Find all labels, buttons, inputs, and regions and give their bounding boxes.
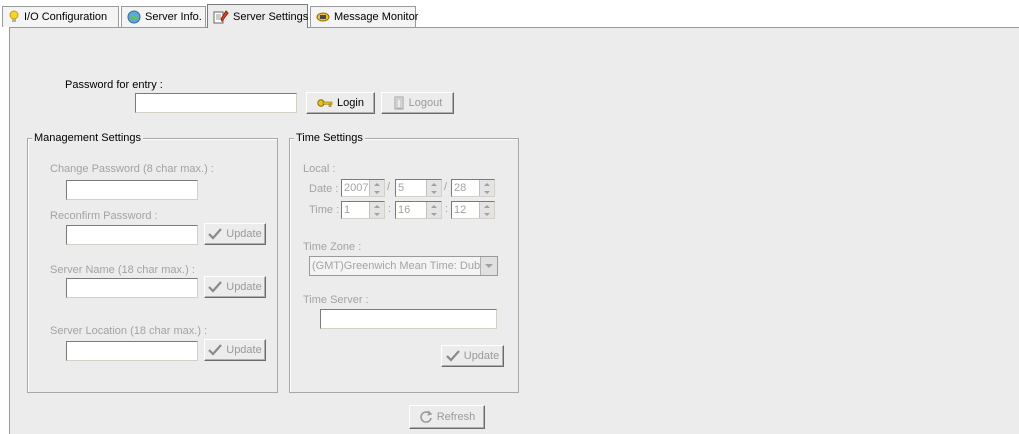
checkmark-icon xyxy=(445,350,460,362)
date-separator: / xyxy=(387,181,391,193)
time-separator: : xyxy=(445,203,449,215)
reconfirm-password-input[interactable] xyxy=(66,225,198,245)
update-password-button[interactable]: Update xyxy=(204,223,266,245)
management-settings-title: Management Settings xyxy=(32,132,144,144)
update-button-label: Update xyxy=(226,228,262,240)
spinner-arrows-icon[interactable] xyxy=(426,180,441,196)
server-info-icon xyxy=(127,10,141,24)
key-icon xyxy=(317,97,333,109)
tab-strip: I/O Configuration Server Info. Server Se… xyxy=(0,0,1019,28)
lightbulb-icon xyxy=(8,10,20,24)
time-server-label: Time Server : xyxy=(303,294,369,306)
update-button-label: Update xyxy=(463,350,500,362)
tab-label: Message Monitor xyxy=(334,11,419,23)
timezone-label: Time Zone : xyxy=(303,241,362,253)
refresh-button[interactable]: Refresh xyxy=(409,405,485,429)
update-time-button[interactable]: Update xyxy=(441,345,504,367)
password-entry-input[interactable] xyxy=(135,93,297,113)
reconfirm-password-label: Reconfirm Password : xyxy=(50,210,158,222)
minute-value: 16 xyxy=(398,204,411,216)
second-value: 12 xyxy=(454,204,467,216)
hour-spinner[interactable]: 1 xyxy=(341,201,385,219)
update-button-label: Update xyxy=(226,344,262,356)
update-server-location-button[interactable]: Update xyxy=(204,339,266,361)
tab-server-info[interactable]: Server Info. xyxy=(121,6,206,27)
message-monitor-icon xyxy=(316,11,330,23)
time-settings-group: Time Settings Local : Date : 2007 / 5 / … xyxy=(289,132,519,393)
month-value: 5 xyxy=(398,182,405,194)
refresh-button-label: Refresh xyxy=(436,411,476,423)
date-separator: / xyxy=(444,181,448,193)
server-location-label: Server Location (18 char max.) : xyxy=(50,325,208,337)
timezone-value: (GMT)Greenwich Mean Time: Dub xyxy=(312,260,481,272)
time-label: Time : xyxy=(309,204,340,216)
tab-label: Server Settings xyxy=(233,10,309,23)
spinner-arrows-icon[interactable] xyxy=(479,180,494,196)
tab-server-settings[interactable]: Server Settings xyxy=(207,4,308,28)
day-value: 28 xyxy=(454,182,467,194)
day-spinner[interactable]: 28 xyxy=(451,179,495,197)
change-password-input[interactable] xyxy=(66,180,198,200)
timezone-select[interactable]: (GMT)Greenwich Mean Time: Dub xyxy=(309,256,498,276)
password-entry-label: Password for entry : xyxy=(65,79,163,91)
second-spinner[interactable]: 12 xyxy=(451,201,495,219)
refresh-icon xyxy=(419,410,433,424)
spinner-arrows-icon[interactable] xyxy=(369,180,384,196)
spinner-arrows-icon[interactable] xyxy=(479,202,494,218)
checkmark-icon xyxy=(208,281,223,293)
login-button-label: Login xyxy=(337,97,364,109)
spinner-arrows-icon[interactable] xyxy=(369,202,384,218)
server-name-input[interactable] xyxy=(66,278,198,298)
spinner-arrows-icon[interactable] xyxy=(426,202,441,218)
door-icon xyxy=(393,96,405,110)
tab-io-configuration[interactable]: I/O Configuration xyxy=(2,6,119,27)
change-password-label: Change Password (8 char max.) : xyxy=(50,163,214,175)
logout-button-label: Logout xyxy=(408,97,443,109)
year-value: 2007 xyxy=(344,182,369,194)
chevron-down-icon[interactable] xyxy=(480,257,497,275)
update-button-label: Update xyxy=(226,281,262,293)
management-settings-group: Management Settings Change Password (8 c… xyxy=(27,132,278,393)
checkmark-icon xyxy=(208,344,223,356)
update-server-name-button[interactable]: Update xyxy=(204,276,266,298)
tab-label: Server Info. xyxy=(145,11,202,23)
server-location-input[interactable] xyxy=(66,341,198,361)
tab-label: I/O Configuration xyxy=(24,11,108,23)
server-name-label: Server Name (18 char max.) : xyxy=(50,264,195,276)
time-separator: : xyxy=(388,203,392,215)
tab-message-monitor[interactable]: Message Monitor xyxy=(310,6,419,27)
edit-settings-icon xyxy=(213,9,229,25)
minute-spinner[interactable]: 16 xyxy=(395,201,442,219)
date-label: Date : xyxy=(309,183,339,195)
logout-button[interactable]: Logout xyxy=(381,92,454,114)
hour-value: 1 xyxy=(344,204,351,216)
server-settings-panel: Password for entry : Login Logout Manage… xyxy=(9,27,1019,434)
local-label: Local : xyxy=(303,163,336,175)
checkmark-icon xyxy=(208,228,223,240)
time-server-input[interactable] xyxy=(320,309,497,329)
month-spinner[interactable]: 5 xyxy=(395,179,442,197)
year-spinner[interactable]: 2007 xyxy=(341,179,385,197)
login-button[interactable]: Login xyxy=(306,92,375,114)
time-settings-title: Time Settings xyxy=(294,132,365,144)
